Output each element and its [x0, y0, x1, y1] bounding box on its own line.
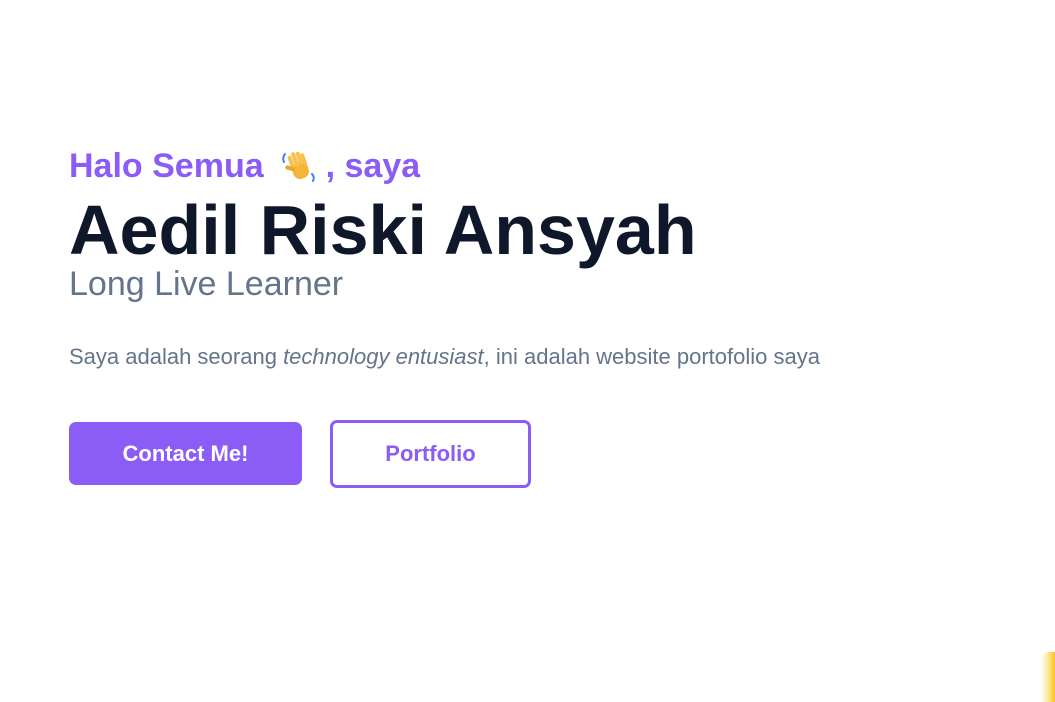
page: Halo Semua , saya Aedil Riski Ansyah Lon…	[0, 0, 1055, 702]
hero-description: Saya adalah seorang technology entusiast…	[69, 342, 820, 372]
hero-section: Halo Semua , saya Aedil Riski Ansyah Lon…	[69, 144, 820, 488]
description-before: Saya adalah seorang	[69, 344, 284, 369]
description-after: , ini adalah website portofolio saya	[483, 344, 820, 369]
portfolio-button[interactable]: Portfolio	[330, 420, 531, 488]
contact-me-button[interactable]: Contact Me!	[69, 422, 302, 485]
hero-name: Aedil Riski Ansyah	[69, 191, 697, 269]
description-emphasis: technology entusiast	[283, 344, 484, 369]
waving-hand-icon	[278, 146, 320, 186]
greeting-prefix: Halo Semua	[69, 147, 264, 185]
greeting: Halo Semua , saya	[69, 144, 820, 188]
hero-role: Long Live Learner	[69, 265, 344, 303]
greeting-suffix: , saya	[325, 147, 421, 185]
decorative-corner-glow	[1041, 652, 1055, 702]
hero-actions: Contact Me! Portfolio	[69, 420, 820, 488]
